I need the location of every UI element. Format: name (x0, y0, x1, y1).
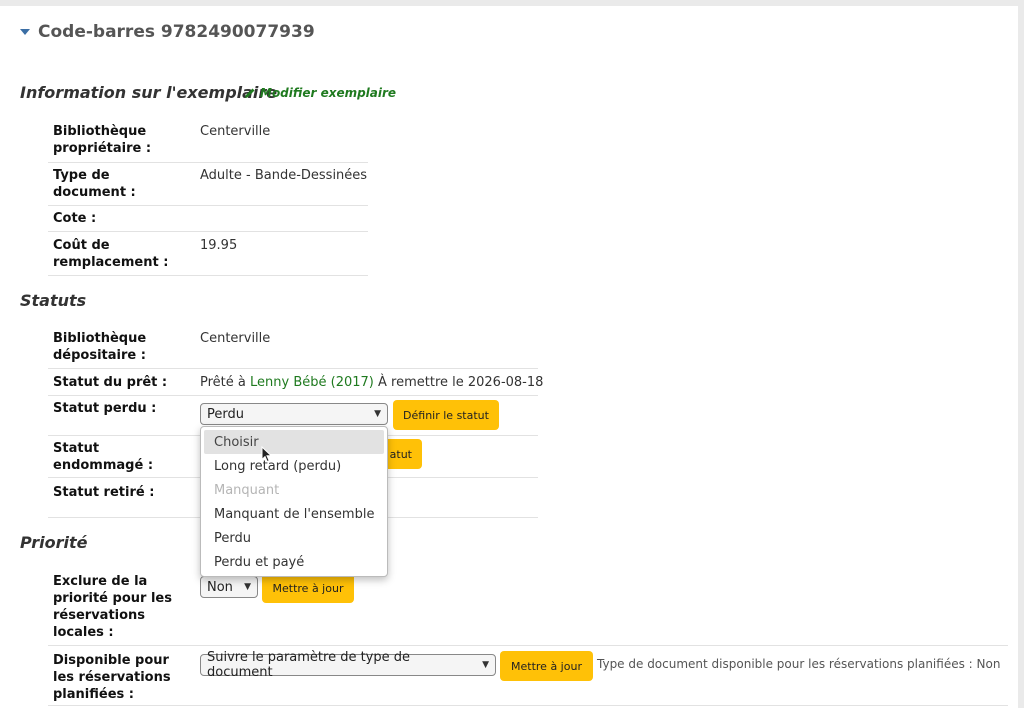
edit-item-link[interactable]: Modifier exemplaire (244, 86, 396, 100)
barcode-heading[interactable]: Code-barres 9782490077939 (20, 22, 315, 42)
divider (48, 705, 1008, 706)
owner-library-label: Bibliothèque propriétaire : (53, 124, 152, 156)
set-lost-status-button[interactable]: Définir le statut (393, 400, 499, 430)
divider (48, 368, 538, 369)
owner-library-value: Centerville (200, 124, 271, 139)
info-section-title: Information sur l'exemplaire (20, 83, 278, 102)
replacement-cost-value: 19.95 (200, 238, 238, 253)
barcode-title: Code-barres 9782490077939 (38, 22, 315, 42)
available-scheduled-holds-label: Disponible pour les réservations planifi… (53, 653, 171, 702)
chevron-down-icon: ▼ (482, 660, 489, 670)
divider (48, 395, 538, 396)
checkout-status-value: Prêté à Lenny Bébé (2017) À remettre le … (200, 375, 544, 390)
checkout-status-label: Statut du prêt : (53, 375, 168, 390)
statuses-section-title: Statuts (20, 291, 87, 310)
caret-down-icon[interactable] (20, 29, 30, 35)
divider (48, 645, 1008, 646)
chevron-down-icon: ▼ (374, 409, 381, 419)
dropdown-option[interactable]: Long retard (perdu) (204, 454, 384, 478)
patron-link[interactable]: Lenny Bébé (2017) (250, 375, 374, 390)
lost-status-select[interactable]: Perdu ▼ (200, 403, 388, 425)
chevron-down-icon: ▼ (244, 582, 251, 592)
dropdown-option[interactable]: Manquant de l'ensemble (204, 502, 384, 526)
available-scheduled-holds-select[interactable]: Suivre le paramètre de type de document ▼ (200, 650, 496, 680)
exclude-local-holds-label: Exclure de la priorité pour les réservat… (53, 574, 172, 640)
dropdown-option[interactable]: Choisir (204, 430, 384, 454)
item-type-availability-note: Type de document disponible pour les rés… (597, 657, 1001, 671)
pencil-icon (245, 88, 255, 98)
replacement-cost-label: Coût de remplacement : (53, 238, 169, 270)
dropdown-option[interactable]: Perdu (204, 526, 384, 550)
priority-section-title: Priorité (20, 533, 88, 552)
edit-item-label: Modifier exemplaire (260, 86, 397, 100)
withdrawn-status-label: Statut retiré : (53, 485, 155, 500)
call-number-label: Cote : (53, 211, 97, 226)
update-available-button[interactable]: Mettre à jour (500, 651, 593, 681)
lost-status-label: Statut perdu : (53, 401, 157, 416)
divider (48, 205, 368, 206)
holding-library-label: Bibliothèque dépositaire : (53, 331, 147, 363)
divider (48, 275, 368, 276)
item-type-label: Type de document : (53, 168, 136, 200)
dropdown-option[interactable]: Perdu et payé (204, 550, 384, 574)
mouse-cursor-icon (261, 446, 273, 463)
exclude-local-holds-select[interactable]: Non ▼ (200, 576, 258, 598)
holding-library-value: Centerville (200, 331, 271, 346)
dropdown-option-disabled: Manquant (214, 482, 280, 498)
damaged-status-label: Statut endommagé : (53, 441, 154, 473)
lost-status-dropdown[interactable]: Choisir Long retard (perdu) Manquant Man… (200, 426, 388, 577)
item-type-value: Adulte - Bande-Dessinées (200, 168, 368, 183)
update-exclude-button[interactable]: Mettre à jour (262, 573, 354, 603)
divider (48, 162, 368, 163)
divider (48, 231, 368, 232)
